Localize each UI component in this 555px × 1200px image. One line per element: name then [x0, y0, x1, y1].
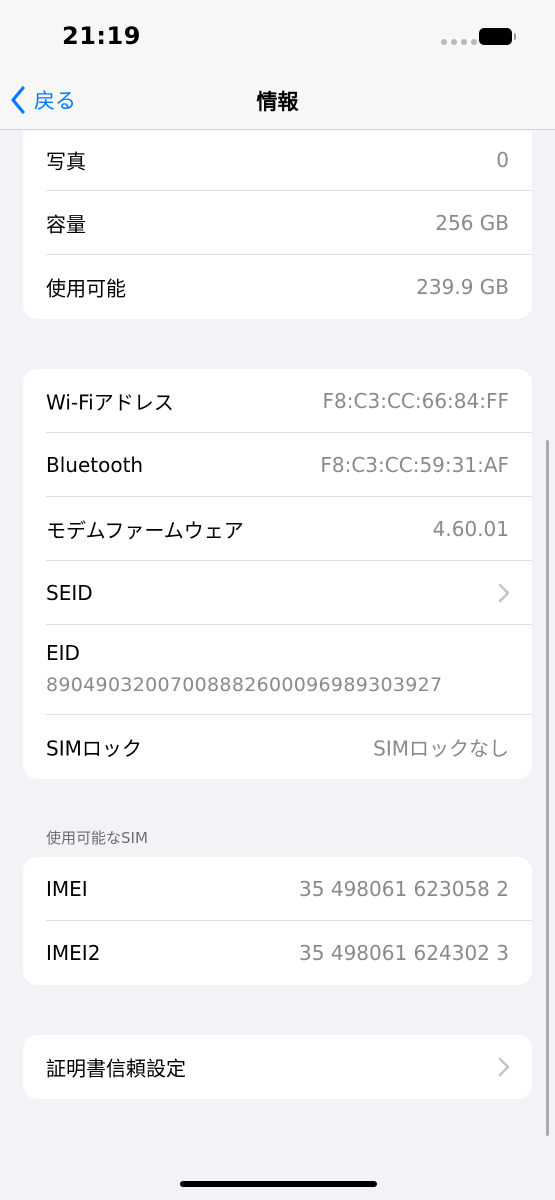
modem-firmware-row: モデムファームウェア 4.60.01	[23, 497, 532, 561]
network-info-group: Wi-Fiアドレス F8:C3:CC:66:84:FF Bluetooth F8…	[23, 369, 532, 779]
chevron-right-icon	[498, 1057, 510, 1077]
cellular-signal-icon	[441, 39, 477, 45]
sim-lock-label: SIMロック	[46, 736, 142, 761]
capacity-row: 容量 256 GB	[23, 191, 532, 255]
available-label: 使用可能	[46, 276, 126, 301]
navigation-bar: 戻る 情報	[0, 72, 555, 130]
photos-row: 写真 0	[23, 131, 532, 191]
chevron-right-icon	[498, 583, 510, 603]
imei-row: IMEI 35 498061 623058 2	[23, 857, 532, 921]
eid-label: EID	[46, 641, 80, 665]
status-bar: 21:19	[0, 0, 555, 72]
photos-label: 写真	[46, 149, 86, 174]
eid-value: 89049032007008882600096989303927	[46, 674, 443, 696]
seid-row[interactable]: SEID	[23, 561, 532, 625]
imei-label: IMEI	[46, 877, 88, 901]
wifi-address-label: Wi-Fiアドレス	[46, 390, 174, 415]
page-title: 情報	[256, 90, 299, 114]
sim-lock-value: SIMロックなし	[373, 736, 509, 761]
scroll-indicator[interactable]	[546, 440, 549, 1136]
capacity-value: 256 GB	[435, 211, 509, 235]
imei2-row: IMEI2 35 498061 624302 3	[23, 921, 532, 985]
eid-row: EID 89049032007008882600096989303927	[23, 625, 532, 715]
settings-content[interactable]: 写真 0 容量 256 GB 使用可能 239.9 GB Wi-Fiアドレス F…	[0, 131, 555, 1200]
wifi-address-value: F8:C3:CC:66:84:FF	[322, 389, 509, 413]
storage-group: 写真 0 容量 256 GB 使用可能 239.9 GB	[23, 131, 532, 319]
home-indicator[interactable]	[180, 1181, 377, 1187]
battery-icon	[479, 28, 516, 45]
available-row: 使用可能 239.9 GB	[23, 255, 532, 319]
imei2-label: IMEI2	[46, 941, 101, 965]
capacity-label: 容量	[46, 212, 86, 237]
certificate-group: 証明書信頼設定	[23, 1035, 532, 1099]
sim-lock-row: SIMロック SIMロックなし	[23, 715, 532, 779]
status-time: 21:19	[62, 22, 141, 50]
imei2-value: 35 498061 624302 3	[299, 941, 509, 965]
bluetooth-row: Bluetooth F8:C3:CC:59:31:AF	[23, 433, 532, 497]
certificate-trust-label: 証明書信頼設定	[46, 1056, 186, 1081]
bluetooth-label: Bluetooth	[46, 453, 144, 477]
imei-group: IMEI 35 498061 623058 2 IMEI2 35 498061 …	[23, 857, 532, 985]
available-value: 239.9 GB	[416, 275, 509, 299]
imei-value: 35 498061 623058 2	[299, 877, 509, 901]
seid-label: SEID	[46, 581, 93, 605]
modem-firmware-value: 4.60.01	[432, 517, 509, 541]
certificate-trust-row[interactable]: 証明書信頼設定	[23, 1035, 532, 1099]
photos-value: 0	[496, 147, 509, 172]
bluetooth-value: F8:C3:CC:59:31:AF	[320, 453, 509, 477]
modem-firmware-label: モデムファームウェア	[46, 518, 244, 543]
available-sim-header: 使用可能なSIM	[46, 829, 148, 847]
wifi-address-row: Wi-Fiアドレス F8:C3:CC:66:84:FF	[23, 369, 532, 433]
